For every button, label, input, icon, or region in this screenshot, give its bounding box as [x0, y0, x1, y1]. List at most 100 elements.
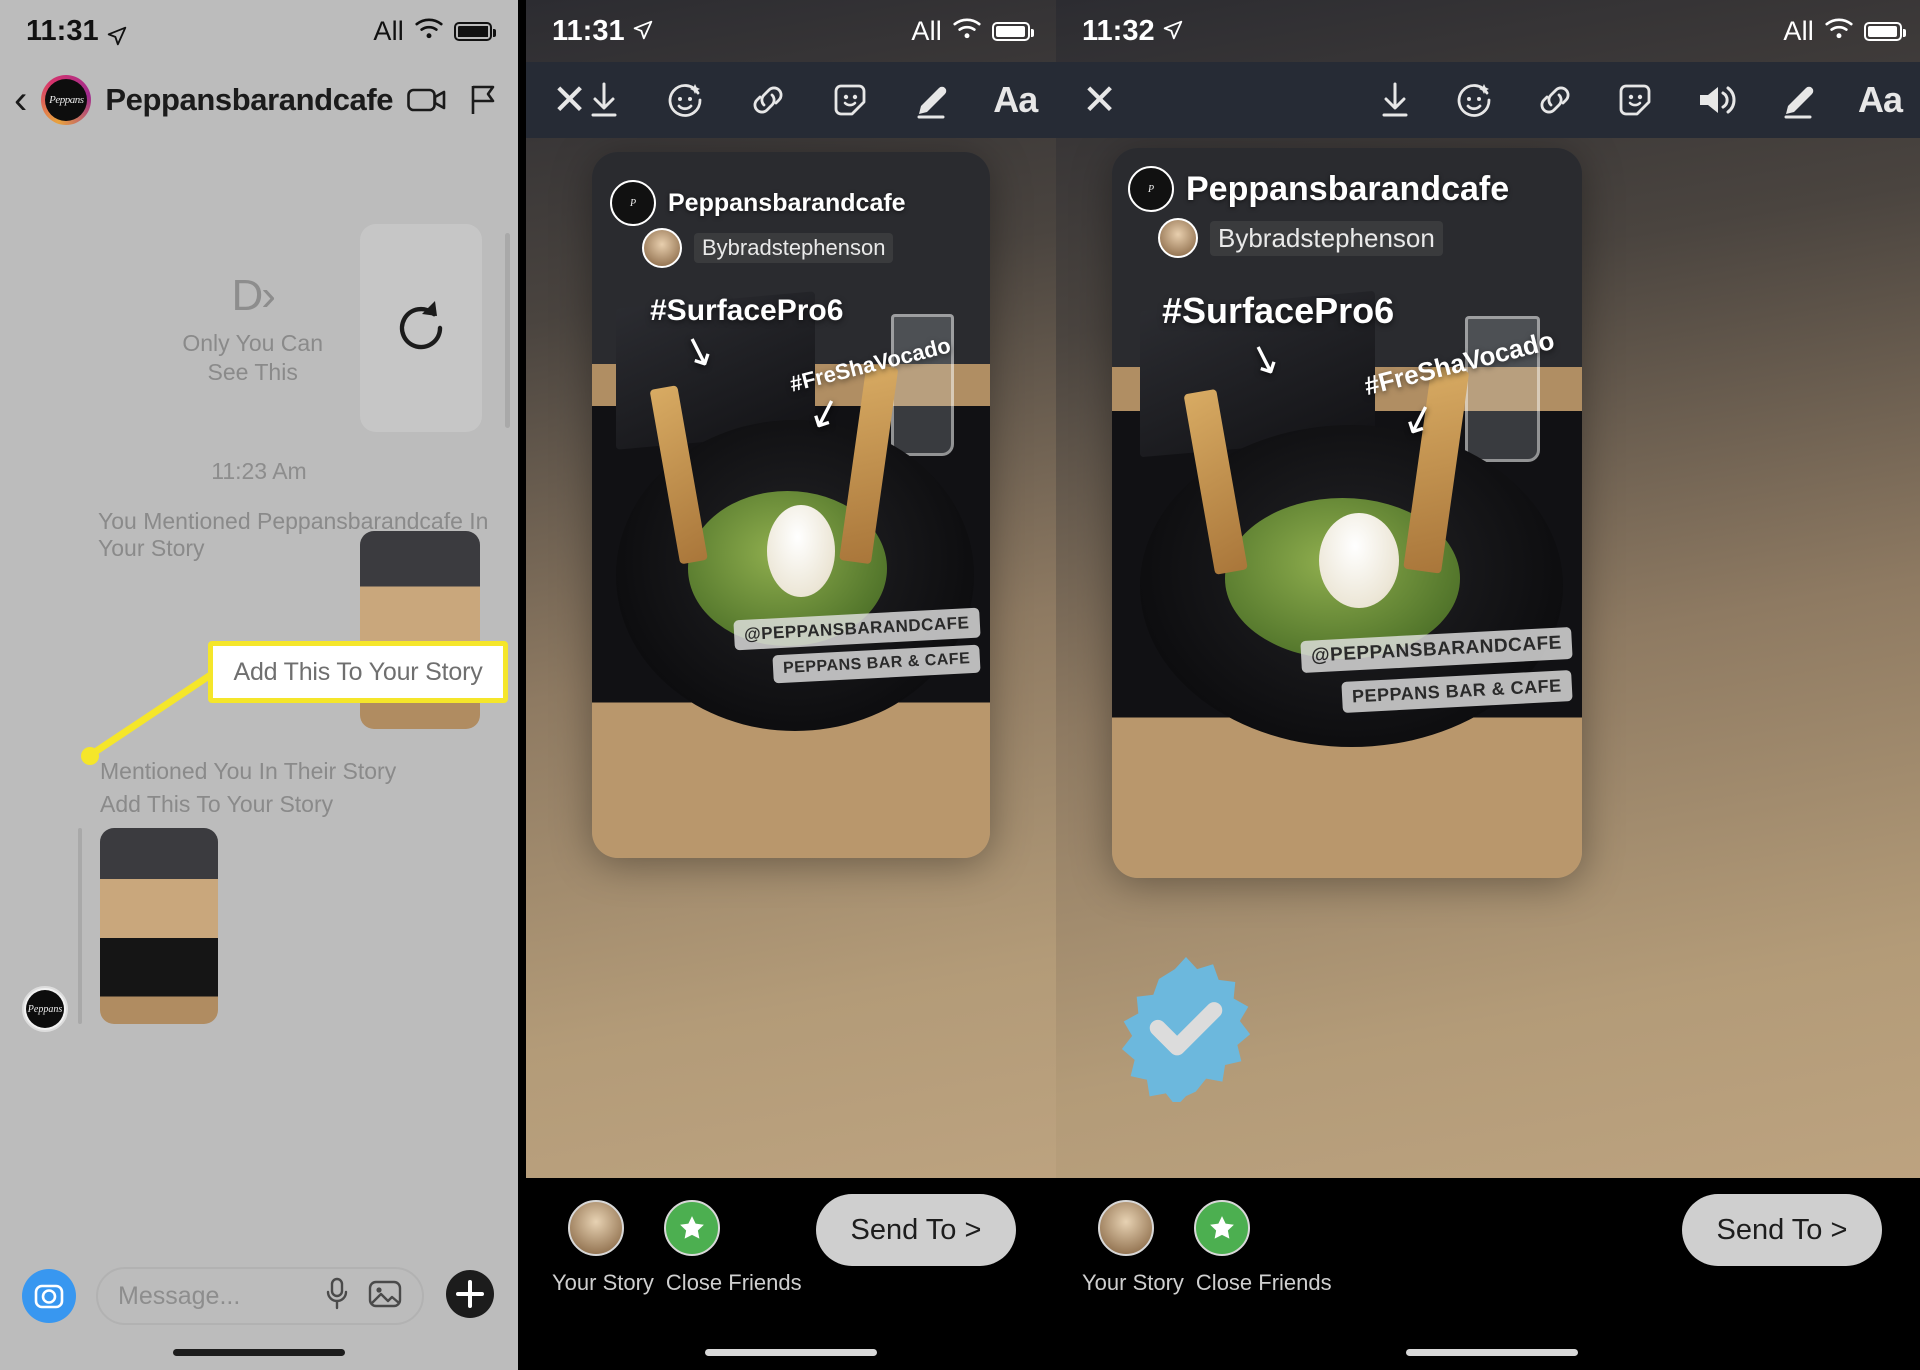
shared-story-card[interactable]: P Peppansbarandcafe Bybradstephenson #Su… [592, 152, 990, 858]
your-story-label: Your Story [552, 1270, 654, 1295]
story-editor-canvas[interactable]: P Peppansbarandcafe Bybradstephenson #Su… [1056, 0, 1920, 1370]
send-to-button[interactable]: Send To > [816, 1194, 1016, 1266]
sender-avatar-label: Peppans [26, 990, 64, 1028]
your-story-option[interactable] [566, 1200, 626, 1256]
story-hashtag-1: #SurfacePro6 [1162, 290, 1395, 331]
speaker-icon[interactable] [1696, 81, 1738, 119]
sticker-icon[interactable] [1616, 81, 1654, 119]
close-friends-option[interactable] [1192, 1200, 1252, 1256]
story-hashtag-1: #SurfacePro6 [650, 294, 844, 327]
screenshot-root: 11:31 All ‹ Peppans Peppansbarandcafe D›… [0, 0, 1920, 1370]
page-title: Peppansbarandcafe [105, 82, 394, 117]
thread-accent-bar [78, 828, 82, 1024]
avatar[interactable]: Peppans [41, 75, 92, 125]
wifi-icon [414, 15, 444, 48]
status-carrier: All [373, 15, 404, 46]
battery-icon [1864, 21, 1906, 41]
audience-options [566, 1200, 722, 1256]
status-bar-panel2: 11:31 All [526, 0, 1056, 62]
story-share-bar-panel2: Your Story Close Friends Send To > [526, 1178, 1056, 1370]
shared-story-card[interactable]: P Peppansbarandcafe Bybradstephenson #Su… [1112, 148, 1582, 878]
callout-add-to-story: Add This To Your Story [208, 641, 508, 703]
avatar [568, 1200, 624, 1256]
flag-icon[interactable] [469, 84, 497, 116]
story-mention-row: Bybradstephenson [642, 228, 894, 268]
story-account-row: P Peppansbarandcafe [1128, 166, 1509, 212]
status-time: 11:31 [552, 14, 625, 47]
marker-pen-icon[interactable] [913, 80, 953, 120]
disappearing-mark: D› [231, 271, 275, 320]
disappearing-notice: D› Only You Can See This [182, 268, 323, 387]
close-friends-option[interactable] [662, 1200, 722, 1256]
sticker-icon[interactable] [831, 81, 869, 119]
dm-header: ‹ Peppans Peppansbarandcafe [0, 62, 518, 138]
wifi-icon [952, 15, 982, 48]
only-you-line-1: Only You Can [182, 330, 323, 356]
audience-options [1096, 1200, 1252, 1256]
text-tool-button[interactable]: Aa [1858, 79, 1903, 121]
link-icon[interactable] [749, 83, 787, 117]
status-carrier: All [911, 15, 942, 46]
close-x-icon[interactable]: ✕ [1082, 79, 1117, 122]
status-bar-panel3: 11:32 All [1056, 0, 1920, 62]
microphone-icon[interactable] [324, 1277, 350, 1316]
avatar-label: Peppans [45, 79, 88, 121]
egg-object [767, 505, 835, 597]
status-bar-panel1: 11:31 All [0, 0, 518, 62]
location-arrow-icon [1163, 15, 1183, 48]
status-carrier: All [1783, 15, 1814, 46]
video-camera-icon[interactable] [407, 86, 447, 114]
story-toolbar-panel2: ✕ Aa [526, 62, 1056, 138]
photo-icon[interactable] [368, 1279, 402, 1314]
smiley-sparkle-icon[interactable] [1454, 80, 1494, 120]
add-to-story-link[interactable]: Add This To Your Story [100, 791, 333, 818]
smiley-sparkle-icon[interactable] [665, 80, 705, 120]
download-icon[interactable] [1378, 81, 1412, 119]
avatar [642, 228, 682, 268]
home-indicator [705, 1349, 877, 1356]
location-arrow-icon [633, 15, 653, 48]
panel-story-editor-2: P Peppansbarandcafe Bybradstephenson #Su… [1056, 0, 1920, 1370]
close-friends-label: Close Friends [1195, 1270, 1332, 1295]
home-indicator [173, 1349, 345, 1356]
story-share-bar-panel3: Your Story Close Friends Send To > [1056, 1178, 1920, 1370]
story-editor-canvas[interactable]: P Peppansbarandcafe Bybradstephenson #Su… [526, 0, 1056, 1370]
home-indicator [1406, 1349, 1578, 1356]
mention-incoming-label: Mentioned You In Their Story [100, 758, 397, 784]
location-arrow-icon [107, 21, 127, 46]
send-to-button[interactable]: Send To > [1682, 1194, 1882, 1266]
battery-icon [992, 21, 1034, 41]
marker-pen-icon[interactable] [1780, 80, 1820, 120]
camera-icon[interactable] [22, 1269, 76, 1323]
close-x-icon[interactable]: ✕ [552, 79, 587, 122]
text-tool-button[interactable]: Aa [993, 79, 1038, 121]
story-toolbar-panel3: ✕ Aa [1056, 62, 1920, 138]
story-mention-row: Bybradstephenson [1158, 218, 1443, 258]
story-thumbnail-incoming[interactable] [100, 828, 218, 1024]
scrollbar[interactable] [505, 233, 510, 428]
sender-avatar: Peppans [22, 986, 68, 1032]
only-you-line-2: See This [207, 358, 298, 385]
story-account-name: Peppansbarandcafe [1186, 169, 1510, 208]
wifi-icon [1824, 15, 1854, 48]
chevron-left-icon[interactable]: ‹ [14, 80, 27, 120]
panel-dm-thread: 11:31 All ‹ Peppans Peppansbarandcafe D›… [0, 0, 518, 1370]
panel-divider [518, 0, 526, 1370]
your-story-label: Your Story [1082, 1270, 1184, 1295]
link-icon[interactable] [1536, 83, 1574, 117]
your-story-option[interactable] [1096, 1200, 1156, 1256]
plus-circle-icon[interactable] [444, 1268, 496, 1325]
star-icon [664, 1200, 720, 1256]
replay-button[interactable] [360, 224, 482, 432]
avatar [1158, 218, 1198, 258]
avatar: P [610, 180, 656, 226]
avatar: P [1128, 166, 1174, 212]
status-time: 11:31 [26, 14, 99, 47]
panel-story-editor-1: P Peppansbarandcafe Bybradstephenson #Su… [526, 0, 1056, 1370]
search-input[interactable]: Message... [96, 1267, 424, 1325]
callout-text: Add This To Your Story [233, 657, 483, 686]
message-thread[interactable]: D› Only You Can See This 11:23 Am You Me… [0, 138, 518, 1370]
egg-object [1318, 513, 1399, 608]
download-icon[interactable] [587, 81, 621, 119]
battery-icon [454, 21, 496, 41]
